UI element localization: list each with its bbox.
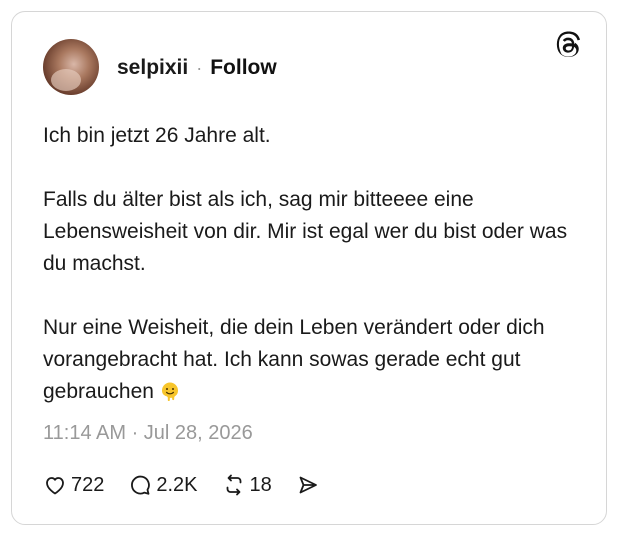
heart-icon [46, 477, 64, 495]
repost-count: 18 [249, 474, 272, 496]
follow-button[interactable]: Follow [210, 56, 277, 80]
repost-button[interactable]: 18 [222, 473, 272, 497]
reply-count: 2.2K [156, 474, 198, 496]
reply-button[interactable]: 2.2K [128, 473, 198, 497]
post-paragraph-1: Ich bin jetzt 26 Jahre alt. [43, 124, 271, 147]
post-card: selpixii · Follow Ich bin jetzt 26 Jahre… [11, 11, 607, 525]
post-timestamp[interactable]: 11:14 AM · Jul 28, 2026 [43, 422, 253, 445]
post-paragraph-2: Falls du älter bist als ich, sag mir bit… [43, 188, 568, 275]
action-bar: 722 2.2K 18 [43, 470, 348, 500]
avatar[interactable] [43, 39, 99, 95]
send-icon [299, 476, 317, 494]
like-count: 722 [71, 474, 105, 496]
post-paragraph-3: Nur eine Weisheit, die dein Leben veränd… [43, 312, 573, 408]
share-button[interactable] [296, 473, 324, 497]
melting-face-emoji [161, 382, 178, 401]
username-link[interactable]: selpixii [117, 56, 188, 80]
repost-icon [226, 474, 241, 496]
post-header: selpixii · Follow [117, 55, 277, 81]
threads-logo-icon[interactable] [554, 30, 584, 60]
comment-icon [131, 475, 151, 495]
post-body: Ich bin jetzt 26 Jahre alt. Falls du ält… [43, 120, 573, 408]
like-button[interactable]: 722 [43, 473, 104, 497]
header-separator: · [196, 57, 203, 78]
post-paragraph-3-text: Nur eine Weisheit, die dein Leben veränd… [43, 316, 545, 403]
